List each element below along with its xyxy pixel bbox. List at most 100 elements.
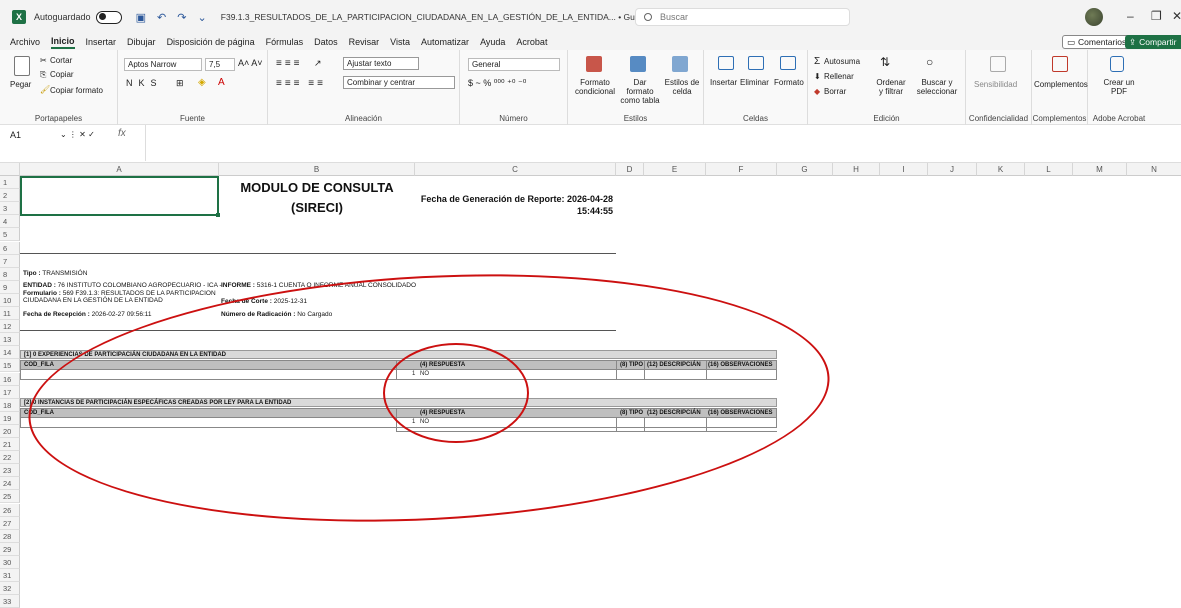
- delete-button[interactable]: Eliminar: [740, 78, 769, 87]
- sensitivity-icon[interactable]: [990, 56, 1006, 72]
- vertical-align-icons[interactable]: ≡≡≡: [276, 58, 303, 69]
- restore-icon[interactable]: ❐: [1151, 9, 1162, 23]
- pdf-icon[interactable]: [1110, 56, 1124, 72]
- column-header-j[interactable]: J: [928, 163, 977, 176]
- column-header-k[interactable]: K: [977, 163, 1025, 176]
- clear-icon[interactable]: ◆: [814, 87, 820, 96]
- row-header-31[interactable]: 31: [0, 569, 20, 583]
- column-header-a[interactable]: A: [20, 163, 219, 176]
- row-header-29[interactable]: 29: [0, 542, 20, 556]
- find-select-button[interactable]: Buscar y seleccionar: [912, 78, 962, 96]
- tab-disposicion[interactable]: Disposición de página: [167, 37, 255, 47]
- copy-icon[interactable]: ⎘: [40, 70, 46, 80]
- row-header-21[interactable]: 21: [0, 438, 20, 452]
- paste-button[interactable]: Pegar: [10, 80, 31, 89]
- number-format-select[interactable]: General: [468, 58, 560, 71]
- row-header-5[interactable]: 5: [0, 228, 20, 242]
- avatar[interactable]: [1085, 8, 1103, 26]
- format-icon[interactable]: [780, 56, 796, 70]
- create-pdf-button[interactable]: Crear un PDF: [1102, 78, 1136, 96]
- close-icon[interactable]: ✕: [1172, 9, 1181, 23]
- sort-filter-button[interactable]: Ordenar y filtrar: [874, 78, 908, 96]
- row-header-11[interactable]: 11: [0, 307, 20, 321]
- row-header-26[interactable]: 26: [0, 503, 20, 517]
- column-header-c[interactable]: C: [415, 163, 616, 176]
- tab-automatizar[interactable]: Automatizar: [421, 37, 469, 47]
- tab-formulas[interactable]: Fórmulas: [266, 37, 304, 47]
- find-select-icon[interactable]: ○: [926, 55, 933, 69]
- sort-filter-icon[interactable]: ⇅: [880, 55, 890, 69]
- format-painter-button[interactable]: Copiar formato: [50, 86, 103, 95]
- row-header-1[interactable]: 1: [0, 176, 20, 190]
- select-all-corner[interactable]: [0, 163, 20, 176]
- row-header-19[interactable]: 19: [0, 411, 20, 425]
- row-header-2[interactable]: 2: [0, 189, 20, 203]
- tab-inicio[interactable]: Inicio: [51, 36, 75, 49]
- fill-button[interactable]: Rellenar: [824, 72, 854, 81]
- tab-dibujar[interactable]: Dibujar: [127, 37, 156, 47]
- row-header-17[interactable]: 17: [0, 385, 20, 399]
- name-box-dropdown-icon[interactable]: ⌄ ⋮ ✕ ✓: [60, 130, 95, 139]
- horizontal-align-icons[interactable]: ≡≡≡ ≡≡: [276, 78, 326, 89]
- fill-icon[interactable]: ⬇: [814, 72, 821, 81]
- merge-center-button[interactable]: Combinar y centrar: [343, 76, 455, 89]
- wrap-text-button[interactable]: Ajustar texto: [343, 57, 419, 70]
- row-header-25[interactable]: 25: [0, 490, 20, 504]
- share-button[interactable]: ⇪ Compartir: [1125, 35, 1181, 49]
- borders-icon[interactable]: ⊞: [176, 78, 184, 89]
- font-name-select[interactable]: Aptos Narrow: [124, 58, 202, 71]
- formula-input[interactable]: [145, 125, 1181, 161]
- number-format-icons[interactable]: $ ~ % ⁰⁰⁰ ⁺⁰ ⁻⁰: [468, 78, 526, 89]
- cut-button[interactable]: Cortar: [50, 56, 72, 65]
- row-header-32[interactable]: 32: [0, 582, 20, 596]
- font-size-select[interactable]: 7,5: [205, 58, 235, 71]
- autosave-toggle[interactable]: [95, 10, 122, 24]
- row-header-22[interactable]: 22: [0, 451, 20, 465]
- addins-button[interactable]: Complementos: [1034, 80, 1088, 89]
- format-painter-icon[interactable]: 🖌: [40, 85, 50, 94]
- row-header-10[interactable]: 10: [0, 293, 20, 307]
- column-header-g[interactable]: G: [777, 163, 833, 176]
- format-table-icon[interactable]: [630, 56, 646, 72]
- tab-archivo[interactable]: Archivo: [10, 37, 40, 47]
- insert-icon[interactable]: [718, 56, 734, 70]
- column-header-h[interactable]: H: [833, 163, 880, 176]
- row-header-12[interactable]: 12: [0, 320, 20, 334]
- fill-color-icon[interactable]: ◈: [198, 77, 206, 88]
- row-header-15[interactable]: 15: [0, 359, 20, 373]
- fx-icon[interactable]: fx: [118, 128, 126, 139]
- row-header-33[interactable]: 33: [0, 595, 20, 608]
- cell-styles-icon[interactable]: [672, 56, 688, 72]
- conditional-format-button[interactable]: Formato condicional: [572, 78, 618, 96]
- row-header-16[interactable]: 16: [0, 372, 20, 386]
- tab-acrobat[interactable]: Acrobat: [516, 37, 547, 47]
- format-button[interactable]: Formato: [774, 78, 804, 87]
- row-header-24[interactable]: 24: [0, 477, 20, 491]
- grow-font-icon[interactable]: A˄ A˅: [238, 58, 263, 68]
- clear-button[interactable]: Borrar: [824, 87, 846, 96]
- column-header-b[interactable]: B: [219, 163, 415, 176]
- tab-datos[interactable]: Datos: [314, 37, 338, 47]
- column-header-e[interactable]: E: [644, 163, 706, 176]
- column-header-m[interactable]: M: [1073, 163, 1127, 176]
- row-header-18[interactable]: 18: [0, 398, 20, 412]
- column-header-l[interactable]: L: [1025, 163, 1073, 176]
- autosum-button[interactable]: Autosuma: [824, 57, 860, 66]
- tab-revisar[interactable]: Revisar: [349, 37, 380, 47]
- search-box[interactable]: Buscar: [635, 8, 850, 26]
- column-header-n[interactable]: N: [1127, 163, 1181, 176]
- row-header-14[interactable]: 14: [0, 346, 20, 360]
- quick-access-icons[interactable]: ▣ ↶ ↷ ⌄: [136, 11, 211, 24]
- row-header-28[interactable]: 28: [0, 529, 20, 543]
- tab-ayuda[interactable]: Ayuda: [480, 37, 505, 47]
- format-table-button[interactable]: Dar formato como tabla: [620, 78, 660, 105]
- bold-italic-underline-icons[interactable]: NKS: [126, 78, 163, 88]
- font-color-icon[interactable]: A: [218, 77, 225, 88]
- row-header-20[interactable]: 20: [0, 424, 20, 438]
- delete-icon[interactable]: [748, 56, 764, 70]
- orientation-icon[interactable]: ↗: [314, 58, 322, 69]
- column-header-i[interactable]: I: [880, 163, 928, 176]
- column-header-f[interactable]: F: [706, 163, 777, 176]
- cell-styles-button[interactable]: Estilos de celda: [662, 78, 702, 96]
- row-header-3[interactable]: 3: [0, 202, 20, 216]
